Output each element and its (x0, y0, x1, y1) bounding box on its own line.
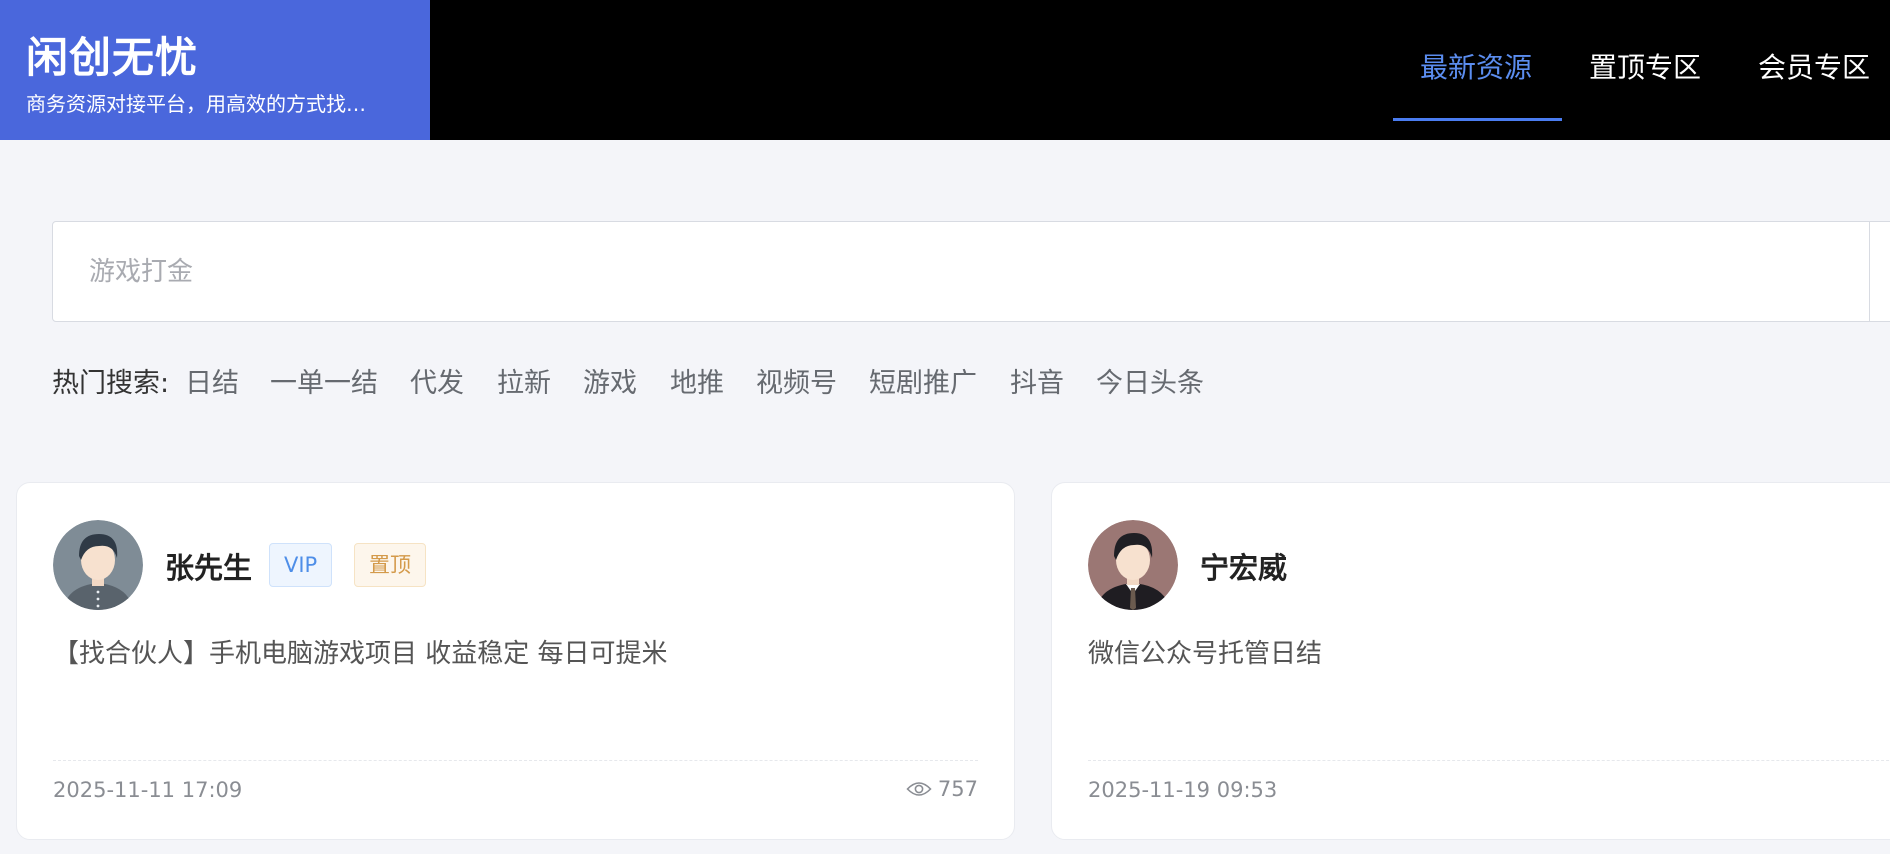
search-input[interactable] (53, 222, 1868, 321)
hot-search-label: 热门搜索: (52, 368, 170, 399)
brand-block[interactable]: 闲创无忧 商务资源对接平台，用高效的方式找… (0, 0, 430, 140)
resource-card[interactable]: 张先生 VIP 置顶 【找合伙人】手机电脑游戏项目 收益稳定 每日可提米 202… (16, 482, 1015, 840)
resource-description[interactable]: 微信公众号托管日结 (1088, 633, 1322, 670)
hot-search-item[interactable]: 抖音 (1010, 361, 1064, 400)
search-divider (1869, 222, 1870, 321)
hot-search-item[interactable]: 地推 (670, 361, 724, 400)
vip-badge: VIP (269, 543, 333, 587)
view-count-value: 757 (937, 777, 978, 801)
pinned-badge: 置顶 (354, 543, 426, 587)
hot-search-item[interactable]: 代发 (410, 361, 464, 400)
hot-search-item[interactable]: 日结 (185, 361, 239, 400)
publisher-name[interactable]: 宁宏威 (1200, 545, 1287, 587)
hot-search-item[interactable]: 视频号 (756, 361, 837, 400)
hot-search-item[interactable]: 拉新 (497, 361, 551, 400)
male-user-avatar-icon (53, 520, 143, 610)
nav-latest-resources[interactable]: 最新资源 (1420, 46, 1532, 86)
eye-icon (906, 782, 932, 796)
publish-date: 2025-11-19 09:53 (1088, 778, 1278, 802)
nav-pinned-zone[interactable]: 置顶专区 (1589, 46, 1701, 86)
hot-search-item[interactable]: 短剧推广 (869, 361, 977, 400)
view-count: 757 (906, 777, 978, 801)
card-divider (1088, 760, 1890, 761)
top-header: 闲创无忧 商务资源对接平台，用高效的方式找… 最新资源 置顶专区 会员专区 (0, 0, 1890, 140)
hot-search-item[interactable]: 今日头条 (1096, 361, 1204, 400)
card-divider (53, 760, 978, 761)
nav-active-indicator (1393, 118, 1562, 121)
site-title: 闲创无忧 (26, 33, 199, 82)
resource-description[interactable]: 【找合伙人】手机电脑游戏项目 收益稳定 每日可提米 (53, 633, 668, 670)
resource-card[interactable]: 宁宏威 微信公众号托管日结 2025-11-19 09:53 (1051, 482, 1890, 840)
hot-search-item[interactable]: 一单一结 (270, 361, 378, 400)
male-suit-avatar-icon (1088, 520, 1178, 610)
search-box (52, 221, 1890, 322)
site-subtitle: 商务资源对接平台，用高效的方式找… (26, 92, 366, 116)
publisher-name[interactable]: 张先生 (165, 545, 252, 587)
publish-date: 2025-11-11 17:09 (53, 778, 243, 802)
hot-search-item[interactable]: 游戏 (583, 361, 637, 400)
nav-member-zone[interactable]: 会员专区 (1758, 46, 1870, 86)
